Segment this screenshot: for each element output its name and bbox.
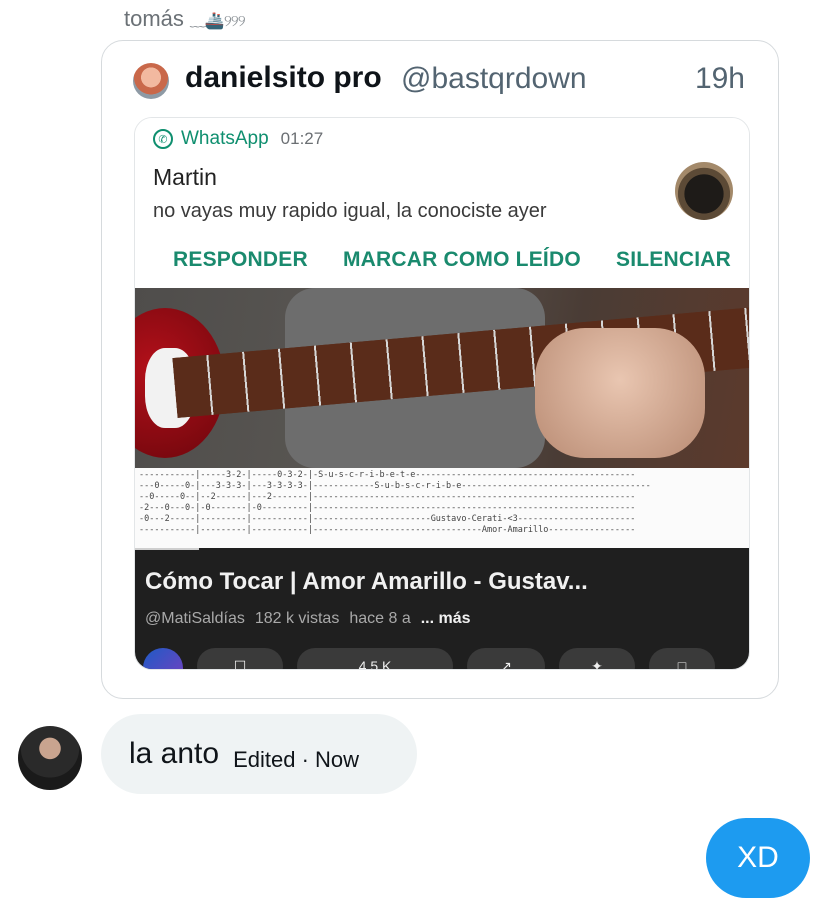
quoted-post-image[interactable]: ✆ WhatsApp 01:27 Martin no vayas muy rap… [134, 117, 750, 670]
notification-app-name: WhatsApp [181, 128, 269, 149]
remix-pill: ✦ [559, 648, 635, 669]
whatsapp-notification: ✆ WhatsApp 01:27 Martin no vayas muy rap… [135, 118, 749, 288]
hand-shape [535, 328, 705, 458]
notification-message: no vayas muy rapido igual, la conociste … [153, 200, 547, 222]
contact-avatar [675, 162, 733, 220]
incoming-message-text: la anto [129, 737, 220, 770]
sender-name-text: tomás [124, 6, 184, 31]
quoted-post-card[interactable]: danielsito pro @bastqrdown 19h ✆ WhatsAp… [101, 40, 779, 699]
quote-timestamp: 19h [694, 62, 745, 95]
guitar-tab-overlay: -----------|-----3-2-|-----0-3-2-|-S-u-s… [135, 468, 749, 548]
comment-pill: ☐ [197, 648, 283, 669]
notification-actions: RESPONDER MARCAR COMO LEÍDO SILENCIAR [135, 248, 749, 272]
incoming-avatar[interactable] [18, 726, 82, 790]
channel-avatar [143, 648, 183, 669]
like-count: 4,5 K [358, 658, 392, 670]
video-age: hace 8 a [349, 610, 411, 627]
mark-read-action: MARCAR COMO LEÍDO [342, 248, 581, 271]
reply-action: RESPONDER [173, 248, 308, 271]
sender-name: tomás ﹏🚢୨୨୨ [124, 6, 246, 32]
whatsapp-icon: ✆ [153, 129, 173, 149]
sender-decoration: ﹏🚢୨୨୨ [189, 13, 246, 30]
like-pill: 4,5 K [297, 648, 453, 670]
quote-author-handle: @bastqrdown [401, 62, 587, 95]
video-title: Cómo Tocar | Amor Amarillo - Gustav... [145, 568, 588, 595]
video-channel: @MatiSaldías [145, 610, 245, 627]
notification-time: 01:27 [280, 129, 324, 148]
incoming-message-bubble[interactable]: la anto Edited · Now [101, 714, 417, 794]
more-pill: □ [649, 648, 715, 669]
mute-action: SILENCIAR [616, 248, 731, 271]
outgoing-message-bubble[interactable]: XD [706, 818, 810, 898]
notification-header: ✆ WhatsApp 01:27 [153, 128, 323, 150]
video-frame [135, 288, 749, 468]
video-views: 182 k vistas [254, 610, 340, 627]
quote-author-name[interactable]: danielsito pro [185, 61, 382, 95]
share-pill: ↗ [467, 648, 545, 669]
notification-sender: Martin [153, 164, 217, 190]
outgoing-message-text: XD [737, 841, 779, 874]
video-action-pills: ☐ 4,5 K ↗ ✦ □ [135, 648, 715, 670]
video-progress-bar [135, 548, 199, 550]
incoming-message-meta: Edited · Now [233, 747, 360, 772]
youtube-info-panel: Cómo Tocar | Amor Amarillo - Gustav... @… [135, 548, 749, 669]
quote-author-avatar[interactable] [133, 63, 169, 99]
video-more: ... más [420, 610, 471, 627]
video-meta: @MatiSaldías 182 k vistas hace 8 a ... m… [145, 610, 471, 628]
